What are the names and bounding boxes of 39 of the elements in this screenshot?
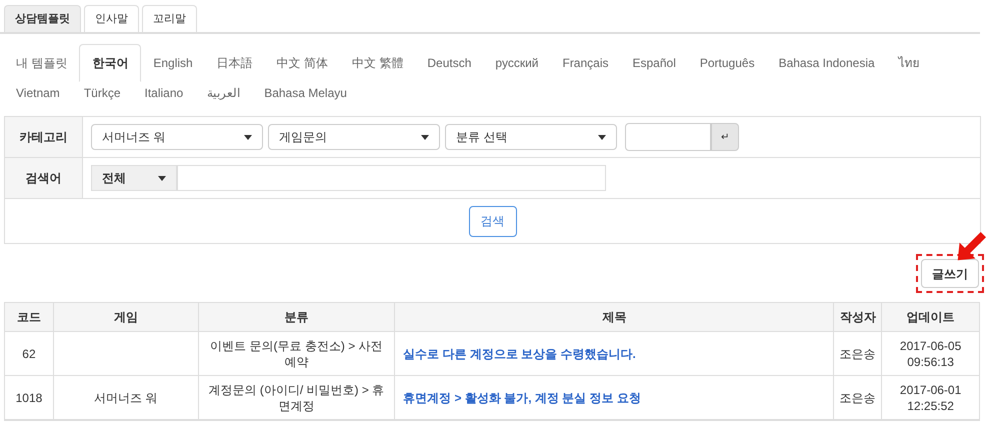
column-header: 작성자 — [834, 303, 882, 331]
language-tab[interactable]: русский — [483, 44, 550, 82]
language-tab[interactable]: 한국어 — [79, 44, 142, 82]
language-tab[interactable]: Français — [550, 44, 620, 82]
search-button[interactable]: 검색 — [468, 206, 516, 236]
language-tab[interactable]: ไทย — [886, 44, 932, 82]
language-tab[interactable]: Español — [620, 44, 688, 82]
table-cell: 조은송 — [834, 376, 882, 419]
title-link[interactable]: 실수로 다른 계정으로 보상을 수령했습니다. — [403, 344, 636, 362]
table-cell: 2017-06-01 — [900, 382, 962, 398]
table-cell-text: 서머너즈 워 — [94, 390, 158, 406]
table-cell-text: 계정문의 (아이디/ 비밀번호) > 휴면계정 — [208, 382, 386, 414]
keyword-label: 검색어 — [5, 158, 83, 198]
top-tab[interactable]: 꼬리말 — [142, 5, 197, 32]
column-header: 코드 — [5, 303, 54, 331]
language-tab[interactable]: Deutsch — [415, 44, 484, 82]
category-label: 카테고리 — [5, 117, 83, 157]
title-link[interactable]: 휴면계정 > 활성화 불가, 계정 분실 정보 요청 — [403, 388, 641, 406]
table-cell: 62 — [5, 332, 54, 375]
column-header: 업데이트 — [906, 309, 956, 326]
write-button[interactable]: 글쓰기 — [921, 259, 979, 288]
column-header: 게임 — [54, 303, 199, 331]
column-header: 제목 — [395, 303, 834, 331]
enter-button[interactable]: ↵ — [711, 123, 739, 151]
table-cell: 1018 — [5, 376, 54, 419]
table-cell: 12:25:52 — [907, 398, 954, 414]
table-cell: 조은송 — [834, 332, 882, 375]
table-cell: 2017-06-05 — [900, 338, 962, 354]
table-cell-text: 이벤트 문의(무료 충전소) > 사전예약 — [209, 338, 384, 370]
language-tab[interactable]: Português — [688, 44, 767, 82]
category-select[interactable]: 게임문의 — [268, 124, 440, 150]
top-tab[interactable]: 상담템플릿 — [4, 5, 81, 32]
column-header: 분류 — [198, 303, 396, 331]
category-select[interactable]: 서머너즈 워 — [91, 124, 263, 150]
category-select[interactable]: 분류 선택 — [445, 124, 617, 150]
language-tab[interactable]: Bahasa Indonesia — [766, 44, 887, 82]
top-tab[interactable]: 인사말 — [84, 5, 139, 32]
table-cell: 09:56:13 — [907, 354, 954, 370]
scope-select[interactable]: 전체 — [91, 165, 177, 191]
